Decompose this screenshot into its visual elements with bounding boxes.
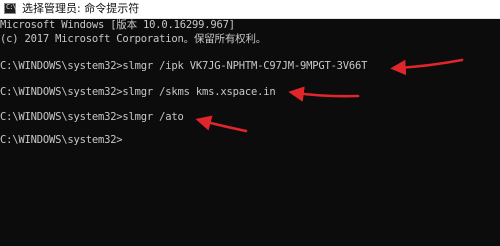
title-bar[interactable]: C:\ 选择管理员: 命令提示符 bbox=[0, 0, 500, 19]
cmd-icon: C:\ bbox=[4, 3, 17, 14]
console-line-prompt: C:\WINDOWS\system32> bbox=[0, 134, 123, 146]
console-line-slmgr-ipk: C:\WINDOWS\system32>slmgr /ipk VK7JG-NPH… bbox=[0, 60, 368, 72]
console-line-slmgr-skms: C:\WINDOWS\system32>slmgr /skms kms.xspa… bbox=[0, 86, 276, 98]
command-prompt-window: C:\ 选择管理员: 命令提示符 Microsoft Windows [版本 1… bbox=[0, 0, 500, 246]
console-line-version: Microsoft Windows [版本 10.0.16299.967] bbox=[0, 19, 235, 31]
cmd-icon-glyph: C:\ bbox=[6, 3, 17, 11]
window-title: 选择管理员: 命令提示符 bbox=[22, 2, 140, 15]
console-line-slmgr-ato: C:\WINDOWS\system32>slmgr /ato bbox=[0, 111, 184, 123]
console-output[interactable]: Microsoft Windows [版本 10.0.16299.967] (c… bbox=[0, 19, 500, 246]
console-line-copyright: (c) 2017 Microsoft Corporation。保留所有权利。 bbox=[0, 33, 267, 45]
